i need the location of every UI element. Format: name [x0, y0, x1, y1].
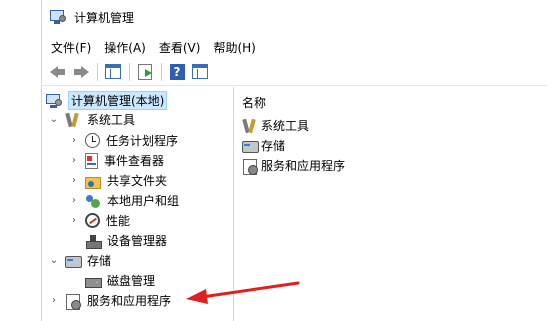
help-button[interactable]: ?: [166, 61, 188, 83]
shared-folder-icon: [85, 176, 101, 189]
tree-item-label: 本地用户和组: [107, 194, 180, 208]
disk-icon: [85, 273, 102, 289]
column-header-name[interactable]: 名称: [242, 94, 266, 111]
tree-item-local-users[interactable]: › 本地用户和组: [69, 191, 179, 210]
users-icon: [85, 193, 101, 209]
forward-arrow-icon: [73, 65, 89, 78]
storage-icon: [65, 253, 82, 269]
tree-item-label: 性能: [106, 214, 131, 228]
show-hide-tree-button[interactable]: [102, 61, 124, 83]
tree-item-label: 设备管理器: [107, 234, 168, 248]
chevron-right-icon[interactable]: ›: [69, 135, 79, 146]
help-icon: ?: [169, 63, 185, 80]
show-hide-action-pane-icon: [192, 64, 208, 79]
chevron-right-icon[interactable]: ›: [49, 295, 59, 306]
tree-item-label: 系统工具: [87, 113, 136, 127]
tools-icon: [65, 112, 81, 128]
list-item[interactable]: 服务和应用程序: [242, 156, 345, 175]
menu-help[interactable]: 帮助(H): [213, 39, 255, 56]
computer-management-icon: [46, 93, 62, 109]
export-list-icon: [138, 63, 152, 80]
tree-item-shared-folders[interactable]: › 共享文件夹: [69, 171, 167, 190]
chevron-right-icon[interactable]: ›: [69, 175, 79, 186]
tree-item-label: 存储: [87, 254, 112, 268]
toolbar: ?: [42, 58, 547, 86]
tree-item-performance[interactable]: › 性能: [69, 211, 130, 230]
chevron-down-icon[interactable]: ⌄: [49, 255, 59, 266]
list-item[interactable]: 系统工具: [242, 116, 309, 135]
back-button[interactable]: [47, 61, 69, 83]
clock-icon: [85, 133, 100, 148]
tree-item-disk-management[interactable]: 磁盘管理: [85, 271, 155, 290]
console-tree[interactable]: 计算机管理(本地) ⌄ 系统工具 › 任务计划程序 › 事件查看器 › 共享文件…: [42, 87, 234, 321]
toolbar-separator: [161, 62, 162, 81]
tree-item-system-tools[interactable]: ⌄ 系统工具: [49, 110, 135, 129]
storage-icon: [242, 138, 259, 154]
computer-management-icon: [50, 9, 66, 25]
tree-item-device-manager[interactable]: 设备管理器: [85, 231, 167, 250]
tree-item-label: 服务和应用程序: [87, 294, 172, 308]
tree-item-label: 共享文件夹: [107, 174, 168, 188]
event-viewer-icon: [85, 152, 98, 169]
chevron-right-icon[interactable]: ›: [69, 155, 79, 166]
tree-item-label: 任务计划程序: [106, 134, 179, 148]
list-item[interactable]: 存储: [242, 136, 285, 155]
menu-bar: 文件(F) 操作(A) 查看(V) 帮助(H): [42, 36, 547, 58]
export-list-button[interactable]: [134, 61, 156, 83]
tree-item-task-scheduler[interactable]: › 任务计划程序: [69, 131, 178, 150]
services-icon: [65, 293, 81, 310]
services-icon: [242, 158, 258, 175]
list-item-label: 系统工具: [261, 119, 310, 133]
menu-file[interactable]: 文件(F): [51, 39, 91, 56]
chevron-down-icon[interactable]: ⌄: [49, 114, 59, 125]
window-title: 计算机管理: [74, 10, 135, 25]
left-edge: [0, 0, 42, 321]
tree-item-label: 磁盘管理: [107, 274, 156, 288]
tree-item-services-apps[interactable]: › 服务和应用程序: [49, 291, 171, 310]
tree-item-event-viewer[interactable]: › 事件查看器: [69, 151, 164, 170]
chevron-right-icon[interactable]: ›: [69, 215, 79, 226]
title-bar: 计算机管理: [42, 0, 547, 34]
performance-icon: [85, 213, 100, 228]
menu-action[interactable]: 操作(A): [104, 39, 146, 56]
results-pane[interactable]: 名称 系统工具 存储 服务和应用程序: [235, 87, 547, 321]
list-item-label: 服务和应用程序: [261, 159, 346, 173]
tree-item-storage[interactable]: ⌄ 存储: [49, 251, 111, 270]
back-arrow-icon: [50, 65, 66, 78]
toolbar-separator: [129, 62, 130, 81]
show-hide-action-pane-button[interactable]: [189, 61, 211, 83]
tree-item-root[interactable]: 计算机管理(本地): [46, 91, 168, 110]
tree-item-label: 事件查看器: [104, 154, 165, 168]
chevron-right-icon[interactable]: ›: [69, 195, 79, 206]
tree-item-label: 计算机管理(本地): [68, 91, 168, 110]
show-hide-tree-icon: [105, 64, 121, 79]
menu-view[interactable]: 查看(V): [159, 39, 201, 56]
list-item-label: 存储: [261, 139, 286, 153]
tools-icon: [242, 118, 258, 134]
forward-button[interactable]: [70, 61, 92, 83]
device-manager-icon: [85, 233, 102, 249]
toolbar-separator: [97, 62, 98, 81]
